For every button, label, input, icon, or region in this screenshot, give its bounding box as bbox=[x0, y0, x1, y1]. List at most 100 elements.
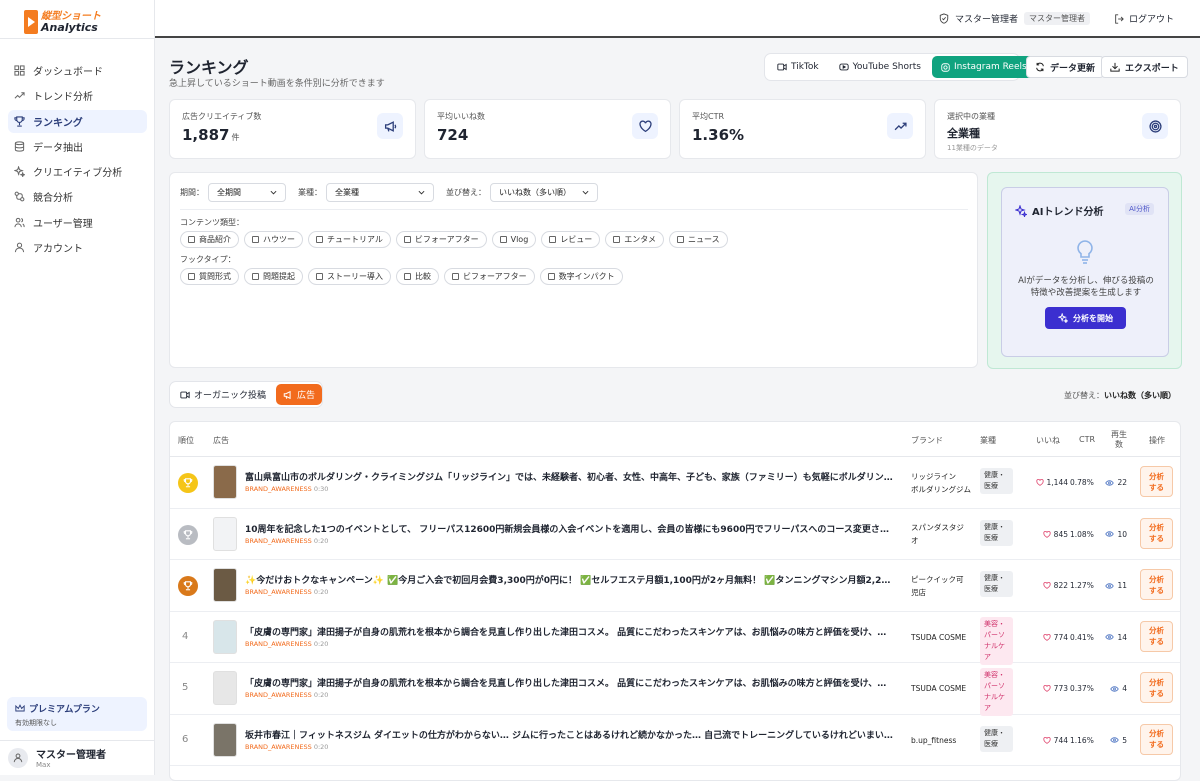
trophy-icon bbox=[14, 115, 25, 127]
sidebar-item-dashboard[interactable]: ダッシュボード bbox=[8, 59, 147, 82]
chip-content-type[interactable]: 商品紹介 bbox=[180, 231, 239, 248]
chip-hook-type[interactable]: 比較 bbox=[396, 268, 439, 285]
platform-instagram-reels[interactable]: Instagram Reels bbox=[931, 56, 1036, 78]
tab-organic[interactable]: オーガニック投稿 bbox=[173, 384, 273, 405]
table-row[interactable]: 5 「皮膚の専門家」津田揚子が自身の肌荒れを根本から調合を見直し作り出した津田コス… bbox=[170, 663, 1180, 716]
ad-title[interactable]: ✨今だけおトクなキャンペーン✨ ✅今月ご入会で初回月会費3,300円が0円に！ … bbox=[245, 573, 895, 586]
brand-name: TSUDA COSME bbox=[911, 663, 971, 714]
chip-hook-type[interactable]: 質問形式 bbox=[180, 268, 239, 285]
sidebar-item-creative[interactable]: クリエイティブ分析 bbox=[8, 160, 147, 183]
industry-select[interactable]: 全業種 bbox=[326, 183, 434, 202]
platform-label: YouTube Shorts bbox=[852, 62, 921, 72]
stat-card-industry: 選択中の業種 全業種 11業種のデータ bbox=[934, 99, 1181, 159]
chip-hook-type[interactable]: ストーリー導入 bbox=[308, 268, 391, 285]
chip-hook-type[interactable]: 問題提起 bbox=[244, 268, 303, 285]
col-views-line1: 再生 bbox=[1111, 430, 1127, 439]
sort-select[interactable]: いいね数（多い順） bbox=[490, 183, 598, 202]
platform-tiktok[interactable]: TikTok bbox=[768, 56, 828, 78]
chip-content-type[interactable]: ハウツー bbox=[244, 231, 303, 248]
chip-content-type[interactable]: ニュース bbox=[669, 231, 728, 248]
sidebar-item-ranking[interactable]: ランキング bbox=[8, 109, 147, 133]
ad-title[interactable]: 「皮膚の専門家」津田揚子が自身の肌荒れを根本から調合を見直し作り出した津田コスメ… bbox=[245, 625, 895, 638]
sidebar-item-account[interactable]: アカウント bbox=[8, 236, 147, 259]
chip-content-type[interactable]: Vlog bbox=[491, 231, 537, 248]
table-row[interactable]: 4 「皮膚の専門家」津田揚子が自身の肌荒れを根本から調合を見直し作り出した津田コス… bbox=[170, 612, 1180, 665]
table-row[interactable]: 10周年を記念した1つのイベントとして、 フリーパス12600円新規会員様の入会… bbox=[170, 509, 1180, 560]
brand-line: オ bbox=[911, 536, 919, 545]
ad-title[interactable]: 10周年を記念した1つのイベントとして、 フリーパス12600円新規会員様の入会… bbox=[245, 522, 895, 535]
industry-line: 健康・ bbox=[984, 471, 1005, 479]
brand-line: TSUDA COSME bbox=[911, 632, 967, 642]
industry-line: 医療 bbox=[984, 585, 998, 593]
analyze-button[interactable]: 分析 する bbox=[1140, 466, 1173, 497]
chip-content-type[interactable]: レビュー bbox=[541, 231, 601, 248]
analyze-button[interactable]: 分析 する bbox=[1140, 517, 1173, 549]
hook-type-label: フックタイプ： bbox=[180, 255, 236, 264]
platform-youtube-shorts[interactable]: YouTube Shorts bbox=[830, 56, 930, 78]
checkbox-icon bbox=[403, 236, 411, 243]
sidebar-item-trend[interactable]: トレンド分析 bbox=[8, 84, 147, 107]
eye-icon bbox=[1105, 634, 1115, 640]
col-likes: いいね bbox=[1036, 436, 1060, 445]
tab-ads[interactable]: 広告 bbox=[276, 384, 323, 405]
table-header: 順位 広告 ブランド 業種 いいね CTR 再生数 操作 bbox=[170, 422, 1180, 457]
table-row[interactable]: ✨今だけおトクなキャンペーン✨ ✅今月ご入会で初回月会費3,300円が0円に！ … bbox=[170, 560, 1180, 612]
heart-icon bbox=[632, 113, 658, 139]
sort-note-value: いいね数（多い順） bbox=[1104, 391, 1176, 400]
industry-line: 美容・ bbox=[984, 671, 1005, 679]
industry-badge: 健康・ 医療 bbox=[980, 468, 1013, 494]
youtube-icon bbox=[839, 63, 849, 71]
ad-thumbnail[interactable] bbox=[213, 568, 237, 602]
platform-label: TikTok bbox=[791, 62, 819, 72]
views-count: 14 bbox=[1100, 633, 1127, 642]
chip-hook-type[interactable]: ビフォーアフター bbox=[444, 268, 535, 285]
ad-title[interactable]: 坂井市春江｜フィットネスジム ダイエットの仕方がわからない… ジムに行ったことは… bbox=[245, 728, 895, 741]
sidebar-item-users[interactable]: ユーザー管理 bbox=[8, 211, 147, 234]
export-label: エクスポート bbox=[1125, 63, 1179, 74]
ctr-value: 0.41% bbox=[1070, 632, 1094, 642]
chip-content-type[interactable]: チュートリアル bbox=[308, 231, 391, 248]
refresh-button[interactable]: データ更新 bbox=[1026, 56, 1105, 78]
export-button[interactable]: エクスポート bbox=[1101, 56, 1188, 78]
checkbox-icon bbox=[316, 273, 323, 280]
plan-card[interactable]: プレミアムプラン 有効期限なし bbox=[7, 697, 147, 731]
table-row[interactable]: 富山県富山市のボルダリング・クライミングジム「リッジライン」では、未経験者、初心… bbox=[170, 457, 1180, 509]
app-logo[interactable]: 縦型ショート Analytics bbox=[24, 10, 101, 34]
chip-label: ビフォーアフター bbox=[414, 235, 479, 244]
chip-hook-type[interactable]: 数字インパクト bbox=[539, 268, 623, 285]
ad-title[interactable]: 「皮膚の専門家」津田揚子が自身の肌荒れを根本から調合を見直し作り出した津田コスメ… bbox=[245, 676, 895, 689]
page-subtitle: 急上昇しているショート動画を条件別に分析できます bbox=[169, 79, 385, 89]
analyze-button[interactable]: 分析 する bbox=[1140, 723, 1173, 755]
ctr-value: 1.27% bbox=[1070, 581, 1094, 590]
eye-icon bbox=[1110, 737, 1120, 743]
ad-thumbnail[interactable] bbox=[213, 619, 237, 654]
chip-content-type[interactable]: ビフォーアフター bbox=[395, 231, 487, 248]
heart-icon bbox=[1043, 685, 1051, 692]
table-row[interactable]: 6 坂井市春江｜フィットネスジム ダイエットの仕方がわからない… ジムに行ったこと… bbox=[170, 715, 1180, 766]
logout-icon bbox=[1114, 13, 1124, 24]
ad-thumbnail[interactable] bbox=[213, 722, 237, 757]
user-profile[interactable]: マスター管理者 Max bbox=[8, 746, 106, 769]
crown-icon bbox=[15, 704, 25, 713]
analyze-button[interactable]: 分析 する bbox=[1140, 620, 1173, 652]
divider bbox=[0, 740, 155, 741]
ad-thumbnail[interactable] bbox=[213, 465, 237, 499]
ad-title[interactable]: 富山県富山市のボルダリング・クライミングジム「リッジライン」では、未経験者、初心… bbox=[245, 470, 895, 483]
ad-thumbnail[interactable] bbox=[213, 516, 237, 551]
analyze-button[interactable]: 分析 する bbox=[1140, 672, 1173, 703]
sidebar-item-data-extract[interactable]: データ抽出 bbox=[8, 135, 147, 158]
chip-content-type[interactable]: エンタメ bbox=[605, 231, 665, 248]
start-analysis-button[interactable]: 分析を開始 bbox=[1045, 307, 1126, 329]
analyze-button[interactable]: 分析 する bbox=[1140, 569, 1173, 600]
eye-icon bbox=[1105, 531, 1115, 537]
brand-name: TSUDA COSME bbox=[911, 612, 971, 663]
ai-card: AIトレンド分析 AI分析 AIがデータを分析し、伸びる投稿の 特徴や改善提案を… bbox=[1001, 187, 1169, 357]
logout-button[interactable]: ログアウト bbox=[1114, 12, 1174, 25]
views-value: 22 bbox=[1117, 478, 1127, 487]
sidebar-item-competitor[interactable]: 競合分析 bbox=[8, 185, 147, 208]
chip-label: 比較 bbox=[415, 272, 431, 281]
ad-objective: BRAND_AWARENESS bbox=[245, 588, 312, 596]
period-select[interactable]: 全期間 bbox=[208, 183, 286, 202]
ad-thumbnail[interactable] bbox=[213, 671, 237, 705]
industry-line: パーソ bbox=[984, 682, 1005, 690]
